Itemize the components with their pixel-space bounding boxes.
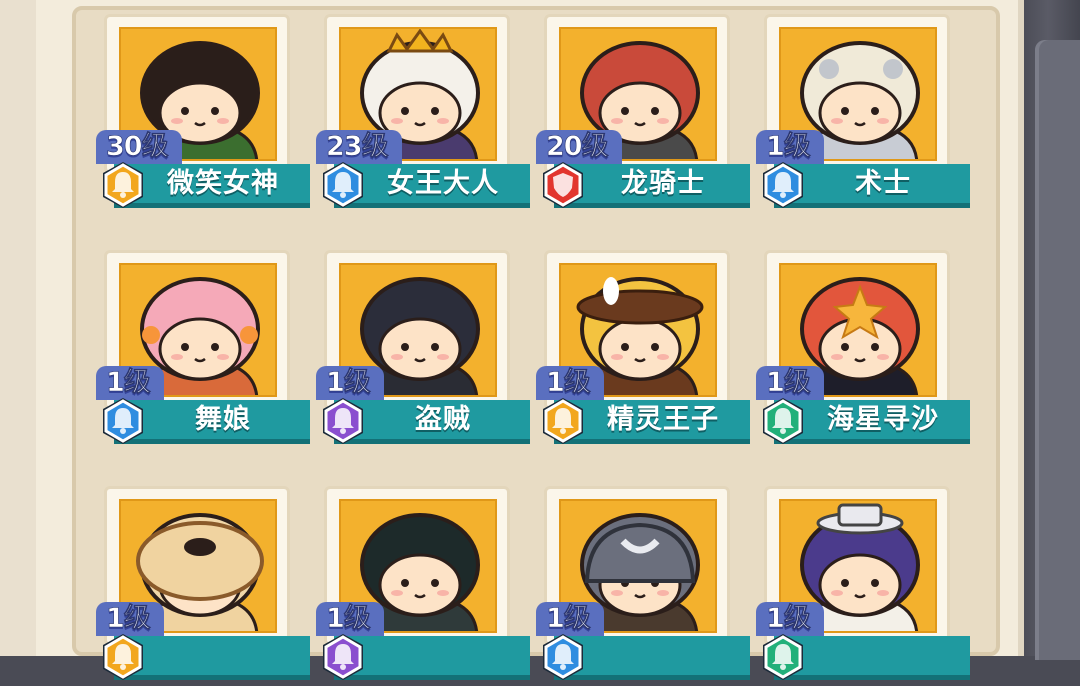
rarity-bell-icon	[100, 396, 146, 446]
rarity-bell-icon	[100, 160, 146, 210]
rarity-shield-icon	[540, 160, 586, 210]
character-card[interactable]: 30级微笑女神	[96, 14, 310, 214]
character-card[interactable]: 1级 精灵王子	[536, 250, 750, 450]
character-card[interactable]: 20级龙骑士	[536, 14, 750, 214]
name-bar: 女王大人	[323, 162, 530, 208]
rarity-bell-icon	[320, 632, 366, 682]
rarity-bell-icon	[320, 396, 366, 446]
name-bar	[543, 634, 750, 680]
level-tag: 1级	[756, 130, 824, 164]
character-name: 女王大人	[387, 168, 499, 199]
rarity-bell-icon	[760, 632, 806, 682]
character-name: 微笑女神	[167, 168, 279, 199]
rarity-bell-icon	[540, 632, 586, 682]
rarity-bell-icon	[760, 160, 806, 210]
character-name: 术士	[855, 168, 911, 199]
name-bar: 舞娘	[103, 398, 310, 444]
rarity-bell-icon	[760, 396, 806, 446]
level-tag: 1级	[756, 366, 824, 400]
name-bar: 龙骑士	[543, 162, 750, 208]
character-name: 舞娘	[195, 404, 251, 435]
rarity-bell-icon	[320, 160, 366, 210]
character-card[interactable]: 1级 舞娘	[96, 250, 310, 450]
book-spine	[0, 0, 36, 656]
level-tag: 1级	[536, 366, 604, 400]
level-tag: 1级	[756, 602, 824, 636]
name-bar: 术士	[763, 162, 970, 208]
name-bar: 精灵王子	[543, 398, 750, 444]
name-bar: 海星寻沙	[763, 398, 970, 444]
name-bar: 盗贼	[323, 398, 530, 444]
level-tag: 1级	[536, 602, 604, 636]
character-name: 龙骑士	[621, 168, 705, 199]
rarity-bell-icon	[100, 632, 146, 682]
character-name: 精灵王子	[607, 404, 719, 435]
character-card[interactable]: 1级	[316, 486, 530, 686]
level-tag: 1级	[96, 366, 164, 400]
level-tag: 30级	[96, 130, 182, 164]
level-tag: 1级	[316, 366, 384, 400]
character-name: 海星寻沙	[827, 404, 939, 435]
name-bar	[323, 634, 530, 680]
character-card[interactable]: 1级 盗贼	[316, 250, 530, 450]
level-tag: 23级	[316, 130, 402, 164]
level-tag: 1级	[316, 602, 384, 636]
character-name: 盗贼	[415, 404, 471, 435]
character-card[interactable]: 23级女王大人	[316, 14, 530, 214]
rarity-bell-icon	[540, 396, 586, 446]
name-bar	[103, 634, 310, 680]
level-tag: 20级	[536, 130, 622, 164]
level-tag: 1级	[96, 602, 164, 636]
character-card[interactable]: 1级	[96, 486, 310, 686]
character-card[interactable]: 1级 海星寻沙	[756, 250, 970, 450]
name-bar: 微笑女神	[103, 162, 310, 208]
character-card[interactable]: 1级	[536, 486, 750, 686]
character-card[interactable]: 1级 术士	[756, 14, 970, 214]
name-bar	[763, 634, 970, 680]
next-page-edge	[1035, 40, 1080, 660]
character-card[interactable]: 1级	[756, 486, 970, 686]
